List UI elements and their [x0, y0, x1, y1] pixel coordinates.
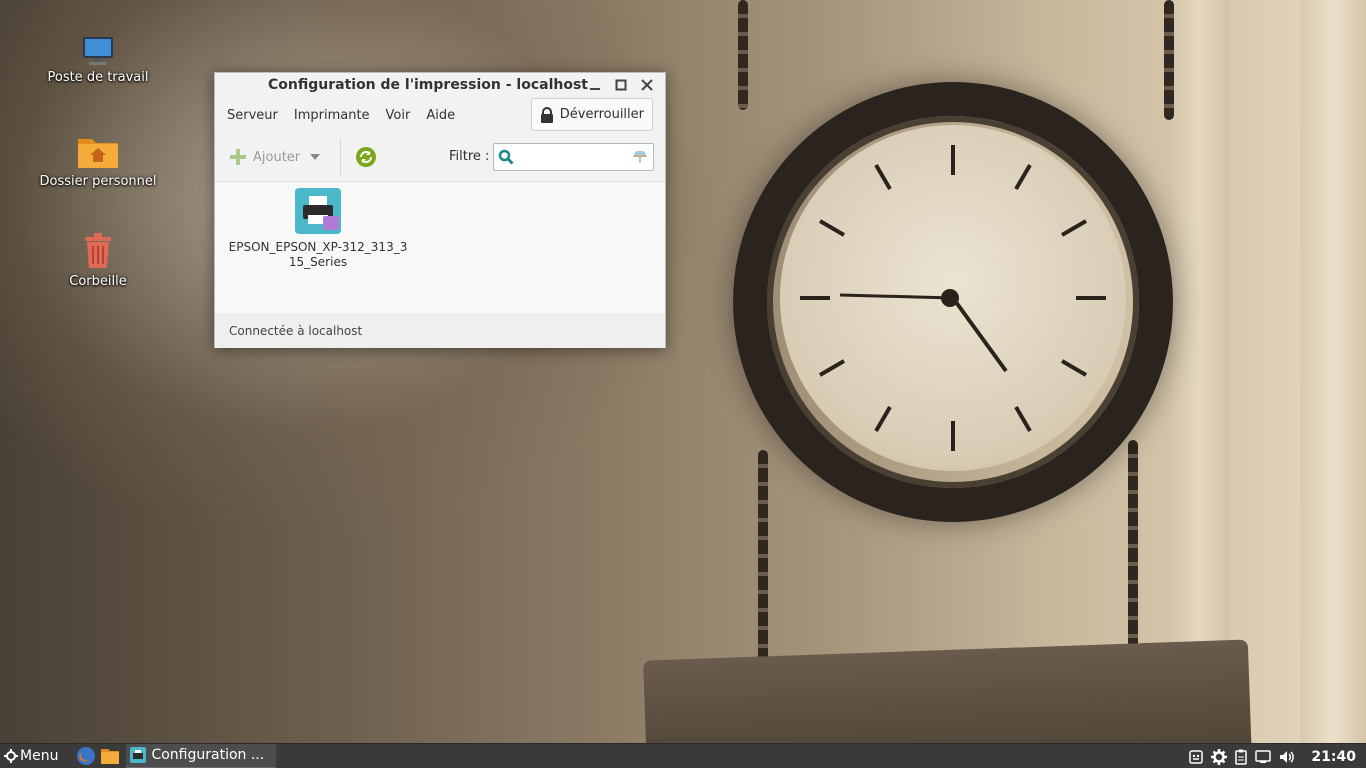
gear-icon — [4, 749, 18, 763]
padlock-icon — [540, 106, 553, 123]
clear-filter-icon[interactable] — [632, 150, 648, 164]
window-controls — [585, 75, 657, 95]
firefox-icon[interactable] — [76, 746, 96, 766]
window-titlebar[interactable]: Configuration de l'impression - localhos… — [215, 73, 665, 97]
add-printer-button[interactable]: Ajouter — [229, 148, 300, 166]
minimize-icon — [590, 88, 600, 90]
statusbar: Connectée à localhost — [215, 313, 665, 348]
toolbar-separator — [340, 138, 342, 176]
menu-view[interactable]: Voir — [378, 108, 419, 123]
search-icon — [498, 149, 514, 165]
wallpaper-clock — [733, 82, 1173, 522]
window-title: Configuration de l'impression - localhos… — [268, 77, 588, 93]
settings-icon[interactable] — [1211, 748, 1228, 765]
wallpaper-clock-face — [780, 125, 1126, 471]
add-dropdown-button[interactable] — [310, 154, 321, 160]
system-tray: 21:40 — [1189, 744, 1366, 768]
printer-icon — [295, 188, 341, 234]
desktop-icon-home-folder[interactable]: Dossier personnel — [33, 134, 163, 189]
wallpaper-chain — [758, 450, 768, 660]
desktop-icon-trash[interactable]: Corbeille — [33, 232, 163, 289]
filter-label: Filtre : — [449, 149, 490, 164]
add-printer-label: Ajouter — [253, 149, 301, 165]
close-button[interactable] — [637, 75, 657, 95]
maximize-icon — [615, 79, 627, 91]
quick-launch — [76, 746, 120, 766]
printer-item[interactable]: EPSON_EPSON_XP-312_313_315_Series — [223, 188, 413, 270]
print-config-window: Configuration de l'impression - localhos… — [214, 72, 666, 348]
volume-icon[interactable] — [1279, 750, 1295, 764]
user-icon[interactable] — [1189, 749, 1204, 764]
taskbar-window-button[interactable]: Configuration ... — [126, 743, 277, 768]
printer-icon — [130, 747, 147, 763]
start-menu-label: Menu — [20, 748, 59, 764]
home-folder-icon — [78, 139, 118, 168]
minimize-button[interactable] — [585, 75, 605, 95]
taskbar-clock[interactable]: 21:40 — [1311, 749, 1356, 765]
maximize-button[interactable] — [611, 75, 631, 95]
taskbar: Menu Configuration ... 21:40 — [0, 743, 1366, 768]
menu-server[interactable]: Serveur — [219, 108, 286, 123]
desktop-icon-label: Dossier personnel — [39, 174, 157, 189]
close-icon — [641, 79, 653, 91]
toolbar: Ajouter Filtre : — [215, 133, 665, 181]
trash-icon — [85, 233, 111, 268]
taskbar-window-label: Configuration ... — [151, 747, 265, 763]
computer-icon — [83, 37, 113, 65]
wallpaper-chain — [738, 0, 748, 110]
menubar: Serveur Imprimante Voir Aide Déverrouill… — [215, 97, 665, 133]
filter-field[interactable] — [493, 143, 654, 171]
desktop-icon-label: Corbeille — [69, 274, 127, 289]
start-menu-button[interactable]: Menu — [0, 748, 58, 764]
wallpaper-pillar — [1300, 0, 1366, 743]
desktop-icon-label: Poste de travail — [47, 70, 149, 85]
plus-icon — [230, 149, 246, 165]
unlock-button[interactable]: Déverrouiller — [530, 98, 653, 131]
folder-icon[interactable] — [100, 747, 120, 765]
refresh-button[interactable] — [355, 146, 377, 168]
filter-input[interactable] — [518, 150, 632, 164]
wallpaper-chain — [1164, 0, 1174, 120]
wallpaper-chain — [1128, 440, 1138, 660]
printer-list: EPSON_EPSON_XP-312_313_315_Series — [215, 181, 665, 313]
network-icon[interactable] — [1255, 749, 1272, 764]
printer-name: EPSON_EPSON_XP-312_313_315_Series — [228, 240, 408, 269]
clipboard-icon[interactable] — [1235, 749, 1248, 765]
menu-help[interactable]: Aide — [418, 108, 463, 123]
refresh-icon — [356, 147, 377, 167]
chevron-down-icon — [310, 154, 321, 160]
unlock-label: Déverrouiller — [559, 107, 644, 122]
wallpaper-pillar — [1170, 0, 1230, 743]
desktop-icon-computer[interactable]: Poste de travail — [33, 36, 163, 85]
connection-status: Connectée à localhost — [229, 323, 363, 338]
menu-printer[interactable]: Imprimante — [286, 108, 378, 123]
